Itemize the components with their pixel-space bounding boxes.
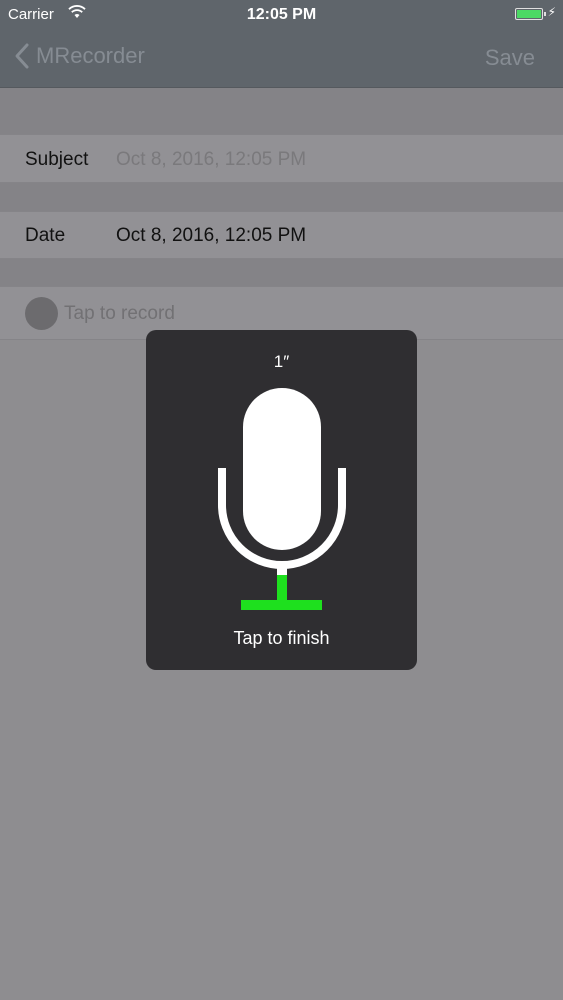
back-button-label: MRecorder [36,43,145,68]
section-spacer [0,259,563,286]
battery-icon [515,8,546,20]
subject-input[interactable]: Oct 8, 2016, 12:05 PM [116,149,306,171]
status-bar: Carrier 12:05 PM ⚡ [0,0,563,30]
subject-label: Subject [25,149,89,170]
chevron-left-icon [15,43,29,69]
charging-icon: ⚡ [547,5,556,19]
navigation-bar: MRecorder Save [0,30,563,88]
finish-label: Tap to finish [233,628,330,648]
save-button[interactable]: Save [485,45,535,71]
section-spacer [0,183,563,211]
back-button[interactable]: MRecorder [14,42,145,70]
status-time: 12:05 PM [246,6,317,23]
date-value[interactable]: Oct 8, 2016, 12:05 PM [116,225,306,247]
section-spacer [0,88,563,134]
record-dot-icon[interactable] [25,297,58,330]
record-label: Tap to record [64,303,175,324]
microphone-icon [218,388,346,610]
date-label: Date [25,225,66,246]
date-row[interactable]: Date Oct 8, 2016, 12:05 PM [0,211,563,259]
subject-row[interactable]: Subject Oct 8, 2016, 12:05 PM [0,134,563,183]
recording-hud[interactable]: 1″ Tap to finish [146,330,417,670]
